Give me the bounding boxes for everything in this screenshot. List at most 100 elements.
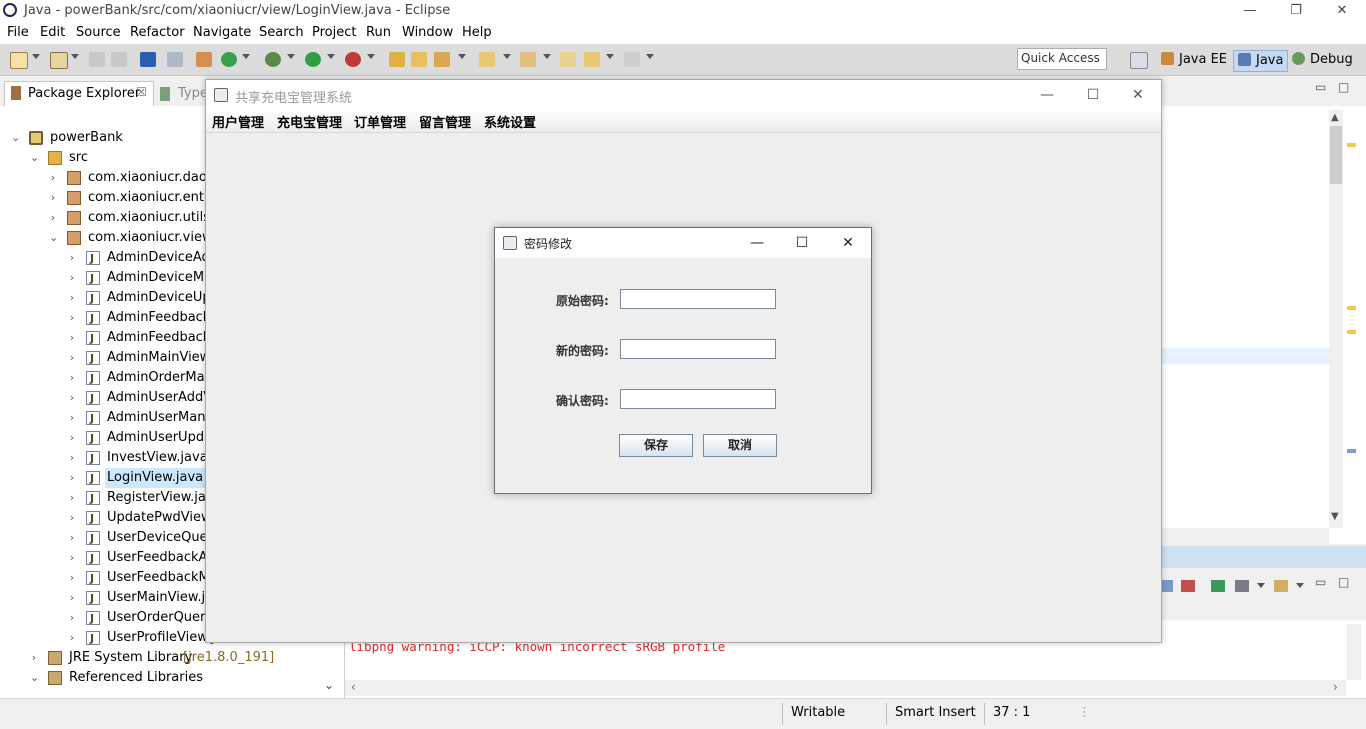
prev-annotation-icon[interactable] [520,52,536,67]
menu-feedback-management[interactable]: 留言管理 [419,112,471,131]
chevron-down-icon[interactable] [606,54,614,59]
console-vertical-scrollbar[interactable] [1347,624,1361,680]
chevron-right-icon[interactable]: › [68,568,76,588]
chevron-right-icon[interactable]: › [68,368,76,388]
open-type-icon[interactable] [389,52,405,67]
chevron-right-icon[interactable]: › [68,628,76,648]
tree-item[interactable]: ⌄ Referenced Libraries [0,668,344,688]
dialog-maximize-button[interactable]: ☐ [779,228,825,258]
chevron-right-icon[interactable]: › [68,268,76,288]
chevron-right-icon[interactable]: › [68,548,76,568]
warning-marker-icon[interactable] [1347,143,1356,147]
close-icon[interactable]: ☒ [136,85,147,99]
chevron-down-icon[interactable] [646,54,654,59]
chevron-down-icon[interactable] [242,54,250,59]
back-icon[interactable] [584,52,600,67]
chevron-right-icon[interactable]: › [68,468,76,488]
chevron-right-icon[interactable]: › [68,488,76,508]
console-icon[interactable] [140,52,156,67]
chevron-down-icon[interactable]: ⌄ [30,668,39,688]
perspective-java-ee[interactable]: Java EE [1161,50,1227,70]
save-all-icon[interactable] [111,52,127,67]
menu-navigate[interactable]: Navigate [193,25,251,40]
chevron-down-icon[interactable] [71,54,79,59]
clear-console-icon[interactable] [1161,580,1173,592]
chevron-right-icon[interactable]: › [68,248,76,268]
tab-type-hierarchy[interactable]: Type [178,86,208,101]
scroll-down-icon[interactable]: ⌄ [322,678,336,696]
display-console-icon[interactable] [1235,580,1249,592]
perspective-java[interactable]: Java [1233,50,1289,72]
dialog-close-button[interactable]: ✕ [825,228,871,258]
chevron-down-icon[interactable]: ⌄ [49,228,58,248]
chevron-right-icon[interactable]: › [68,448,76,468]
chevron-right-icon[interactable]: › [68,348,76,368]
chevron-right-icon[interactable]: › [68,528,76,548]
new-icon[interactable] [10,52,28,69]
open-console-icon[interactable] [1274,580,1288,592]
minimize-button[interactable]: — [1227,0,1273,22]
skip-breakpoints-icon[interactable] [167,52,183,67]
tab-package-explorer[interactable]: Package Explorer ☒ [4,81,154,106]
quick-access-input[interactable]: Quick Access [1017,48,1107,70]
last-edit-icon[interactable] [560,52,576,67]
menu-refactor[interactable]: Refactor [130,25,185,40]
menu-file[interactable]: File [7,25,29,40]
maximize-view-icon[interactable]: □ [1338,575,1349,589]
menu-source[interactable]: Source [76,25,121,40]
next-annotation-icon[interactable] [479,52,495,67]
build-icon[interactable] [196,52,212,67]
chevron-right-icon[interactable]: › [49,208,57,228]
close-button[interactable]: ✕ [1319,0,1365,22]
main-close-button[interactable]: ✕ [1115,80,1161,110]
main-maximize-button[interactable]: ☐ [1070,80,1116,110]
new-password-input[interactable] [620,339,776,359]
save-button[interactable]: 保存 [619,434,693,457]
menu-edit[interactable]: Edit [40,25,65,40]
chevron-down-icon[interactable] [287,54,295,59]
dialog-minimize-button[interactable]: — [734,228,780,258]
open-folder-icon[interactable] [411,52,427,67]
chevron-right-icon[interactable]: › [68,608,76,628]
chevron-right-icon[interactable]: › [68,388,76,408]
chevron-right-icon[interactable]: › [68,428,76,448]
editor-scroll-thumb[interactable] [1330,126,1342,184]
perspective-debug[interactable]: Debug [1292,50,1353,70]
info-marker-icon[interactable] [1347,449,1356,453]
scroll-left-icon[interactable]: ‹ [351,680,356,694]
chevron-down-icon[interactable] [367,54,375,59]
chevron-right-icon[interactable]: › [49,168,57,188]
chevron-right-icon[interactable]: › [68,288,76,308]
menu-search[interactable]: Search [259,25,304,40]
chevron-right-icon[interactable]: › [68,588,76,608]
minimize-view-icon[interactable]: ▭ [1315,80,1326,94]
menu-powerbank-management[interactable]: 充电宝管理 [277,112,342,131]
chevron-down-icon[interactable] [543,54,551,59]
chevron-right-icon[interactable]: › [68,328,76,348]
menu-help[interactable]: Help [462,25,492,40]
chevron-right-icon[interactable]: › [68,508,76,528]
chevron-down-icon[interactable]: ⌄ [30,148,39,168]
restore-button[interactable]: ❐ [1273,0,1319,22]
minimize-view-icon[interactable]: ▭ [1315,575,1326,589]
remove-launch-icon[interactable] [1181,580,1195,592]
menu-user-management[interactable]: 用户管理 [212,112,264,131]
chevron-down-icon[interactable] [327,54,335,59]
forward-icon[interactable] [624,52,640,67]
chevron-down-icon[interactable] [1257,583,1265,588]
maximize-view-icon[interactable]: □ [1338,80,1349,94]
pin-console-icon[interactable] [1211,580,1225,592]
chevron-down-icon[interactable] [458,54,466,59]
debug-icon[interactable] [265,52,281,67]
chevron-right-icon[interactable]: › [68,308,76,328]
new-package-icon[interactable] [50,52,68,69]
main-minimize-button[interactable]: — [1024,80,1070,110]
warning-marker-icon[interactable] [1347,306,1356,310]
chevron-down-icon[interactable] [1296,583,1304,588]
save-icon[interactable] [89,52,105,67]
menu-order-management[interactable]: 订单管理 [354,112,406,131]
scroll-up-icon[interactable]: ▲ [1331,112,1339,123]
chevron-down-icon[interactable] [503,54,511,59]
cancel-button[interactable]: 取消 [703,434,777,457]
refresh-icon[interactable] [221,52,237,67]
